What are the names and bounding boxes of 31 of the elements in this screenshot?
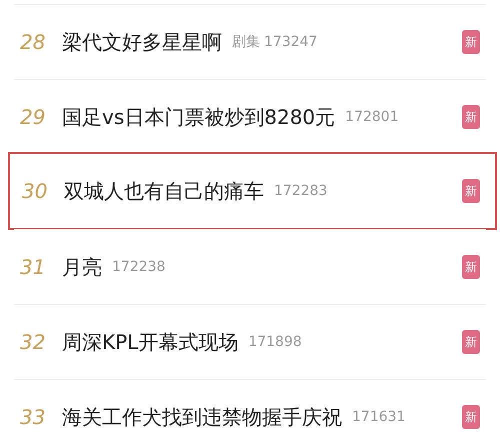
rank-number: 30 xyxy=(22,179,48,203)
rank-number: 29 xyxy=(20,105,46,129)
topic-title: 双城人也有自己的痛车 xyxy=(64,178,264,204)
heat-count: 171631 xyxy=(352,409,406,425)
topic-title: 国足vs日本门票被炒到8280元 xyxy=(62,104,336,130)
heat-count: 172283 xyxy=(274,183,328,199)
heat-count: 171898 xyxy=(248,334,302,350)
category-label: 剧集 xyxy=(232,33,260,51)
hot-list-item[interactable]: 29 国足vs日本门票被炒到8280元 172801 新 xyxy=(14,79,486,154)
hot-list-item[interactable]: 28 梁代文好多星星啊 剧集 173247 新 xyxy=(14,4,486,79)
rank-number: 28 xyxy=(20,30,46,54)
hot-list-item[interactable]: 30 双城人也有自己的痛车 172283 新 xyxy=(8,152,497,230)
new-badge: 新 xyxy=(462,405,480,429)
new-badge: 新 xyxy=(462,330,480,354)
new-badge: 新 xyxy=(462,255,480,279)
rank-number: 32 xyxy=(20,330,46,354)
rank-number: 31 xyxy=(20,255,46,279)
topic-title: 海关工作犬找到违禁物握手庆祝 xyxy=(62,404,342,430)
hot-list-item[interactable]: 31 月亮 172238 新 xyxy=(14,229,486,304)
topic-title: 月亮 xyxy=(62,254,102,280)
topic-title: 周深KPL开幕式现场 xyxy=(62,328,238,356)
rank-number: 33 xyxy=(20,405,46,429)
hot-list-item[interactable]: 33 海关工作犬找到违禁物握手庆祝 171631 新 xyxy=(14,379,486,440)
new-badge: 新 xyxy=(462,179,480,203)
new-badge: 新 xyxy=(462,105,480,129)
new-badge: 新 xyxy=(462,30,480,54)
heat-count: 173247 xyxy=(264,34,318,50)
topic-title: 梁代文好多星星啊 xyxy=(62,28,222,56)
heat-count: 172801 xyxy=(345,109,399,125)
hot-list-item[interactable]: 32 周深KPL开幕式现场 171898 新 xyxy=(14,304,486,379)
heat-count: 172238 xyxy=(112,259,166,275)
